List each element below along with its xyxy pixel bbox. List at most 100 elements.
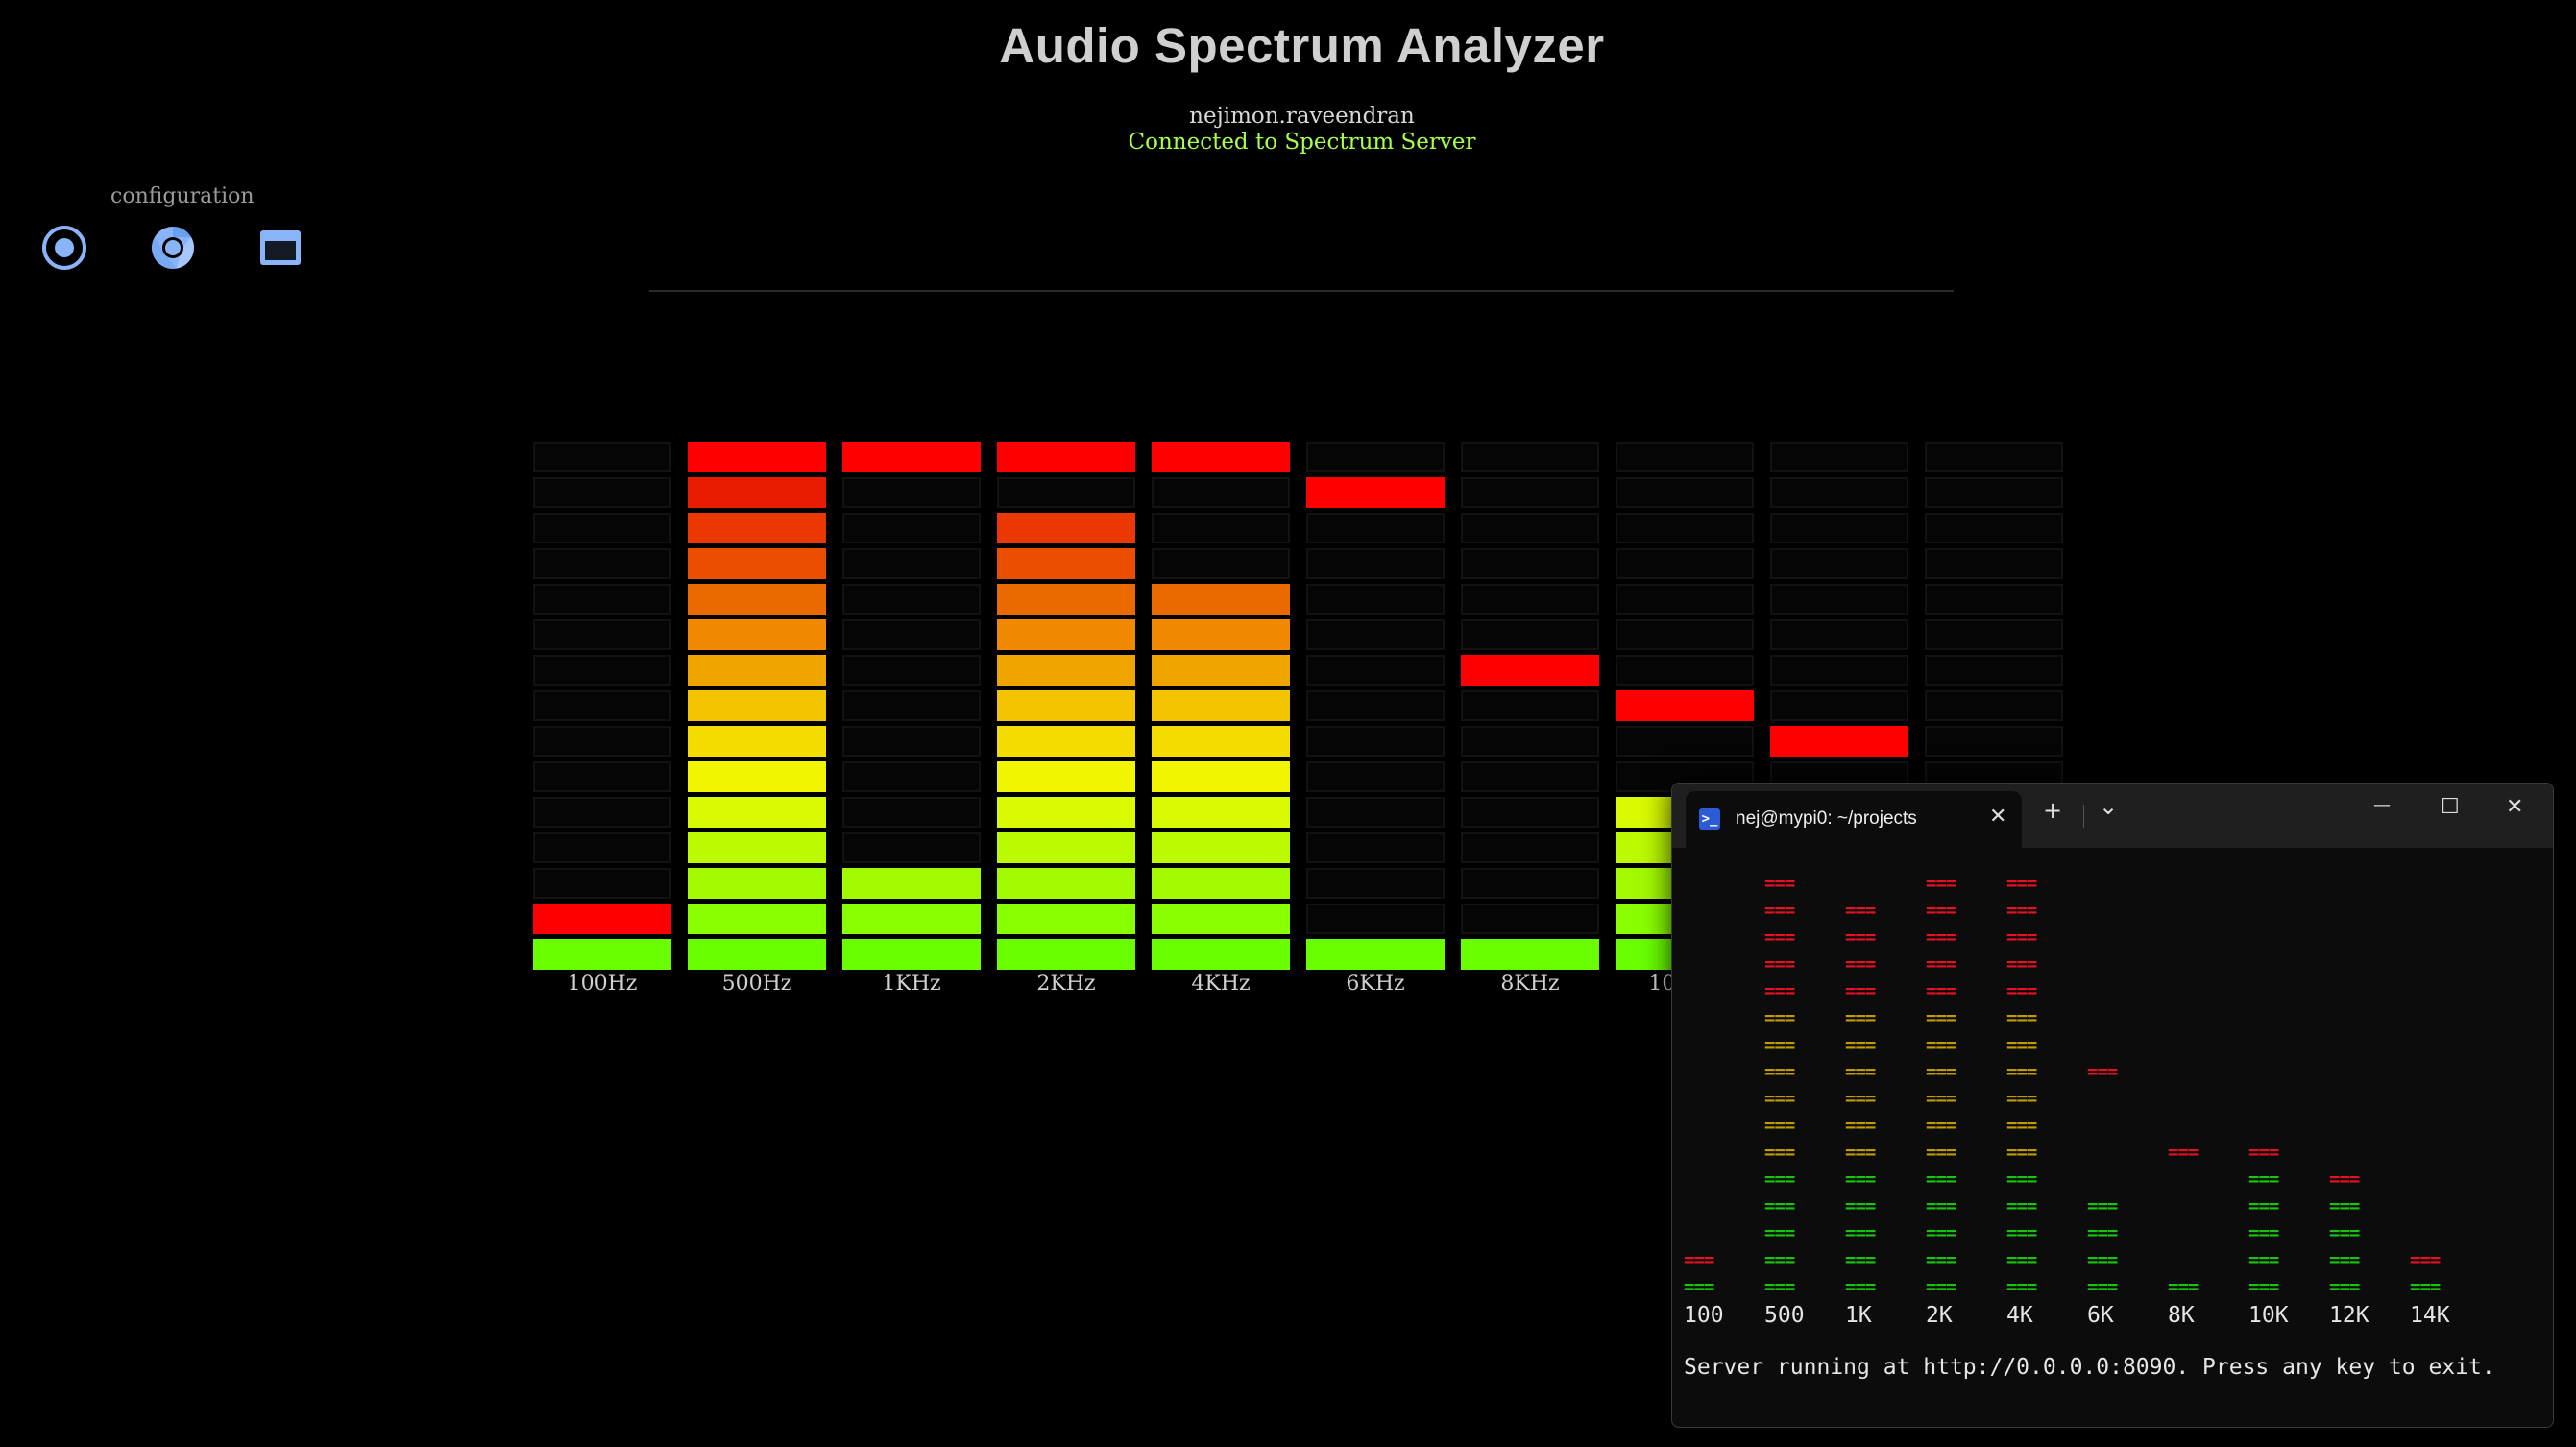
terminal-segment: === xyxy=(1764,1061,1795,1082)
terminal-segment: === xyxy=(1845,1088,1876,1109)
analyzer-segment xyxy=(1461,726,1599,757)
analyzer-segment xyxy=(688,584,826,615)
terminal-row: === === === === === xyxy=(1684,1058,2548,1085)
analyzer-segment xyxy=(1616,619,1754,650)
analyzer-segment xyxy=(1461,832,1599,863)
analyzer-segment xyxy=(688,477,826,508)
analyzer-segment xyxy=(1616,584,1754,615)
terminal-tab-bar: >_ nej@mypi0: ~/projects ✕ + ⌄ — ☐ ✕ xyxy=(1672,784,2553,848)
terminal-segment: === xyxy=(1845,927,1876,948)
terminal-segment: === xyxy=(2006,1276,2037,1297)
terminal-window[interactable]: >_ nej@mypi0: ~/projects ✕ + ⌄ — ☐ ✕ ===… xyxy=(1671,783,2554,1428)
analyzer-segment xyxy=(842,690,981,721)
analyzer-segment xyxy=(533,726,671,757)
terminal-segment: === xyxy=(1764,1276,1795,1297)
analyzer-segment xyxy=(997,477,1135,508)
tab-close-icon[interactable]: ✕ xyxy=(1989,805,2006,829)
analyzer-segment xyxy=(1306,548,1445,579)
terminal-output[interactable]: === === === === === === === === === === === === === =… xyxy=(1684,870,2548,1381)
analyzer-segment xyxy=(1152,477,1290,508)
terminal-tab-title: nej@mypi0: ~/projects xyxy=(1736,808,1917,829)
terminal-segment: === xyxy=(2410,1249,2441,1270)
terminal-segment: === xyxy=(1926,980,1956,1001)
analyzer-segment xyxy=(1152,832,1290,863)
analyzer-segment xyxy=(1925,690,2063,721)
analyzer-segment xyxy=(533,690,671,721)
terminal-segment: === xyxy=(1764,1249,1795,1270)
chrome-icon[interactable] xyxy=(148,223,198,273)
analyzer-segment xyxy=(1616,442,1754,472)
band-label: 1KHz xyxy=(882,972,941,996)
terminal-segment: === xyxy=(1926,1249,1956,1270)
terminal-segment: === xyxy=(1845,1007,1876,1028)
analyzer-segment xyxy=(997,797,1135,828)
record-icon[interactable] xyxy=(39,223,89,273)
close-window-button[interactable]: ✕ xyxy=(2506,795,2523,819)
terminal-segment: === xyxy=(2006,1195,2037,1217)
analyzer-segment xyxy=(842,584,981,615)
terminal-frequency-label: 100 xyxy=(1684,1303,1724,1328)
analyzer-segment xyxy=(688,548,826,579)
window-icon[interactable] xyxy=(255,223,305,273)
analyzer-segment xyxy=(1616,690,1754,721)
analyzer-segment xyxy=(1925,619,2063,650)
terminal-segment: === xyxy=(2248,1249,2279,1270)
analyzer-segment xyxy=(688,726,826,757)
minimize-button[interactable]: — xyxy=(2373,795,2391,815)
terminal-segment: === xyxy=(1926,1142,1956,1163)
terminal-segment: === xyxy=(1845,1142,1876,1163)
terminal-segment: === xyxy=(1926,1034,1956,1055)
terminal-row: === === === === === === === xyxy=(1684,1219,2548,1246)
terminal-segment: === xyxy=(2329,1222,2360,1243)
analyzer-segment xyxy=(688,904,826,934)
analyzer-segment xyxy=(1770,513,1908,543)
powershell-icon: >_ xyxy=(1699,808,1720,830)
terminal-segment: === xyxy=(2248,1222,2279,1243)
analyzer-segment xyxy=(1152,619,1290,650)
terminal-segment: === xyxy=(1764,1115,1795,1136)
analyzer-segment xyxy=(1616,655,1754,686)
terminal-segment: === xyxy=(1845,1115,1876,1136)
analyzer-segment xyxy=(1152,797,1290,828)
terminal-segment: === xyxy=(1926,1088,1956,1109)
analyzer-segment xyxy=(842,513,981,543)
terminal-row: === === === xyxy=(1684,870,2548,897)
analyzer-segment xyxy=(1461,655,1599,686)
analyzer-segment xyxy=(533,832,671,863)
terminal-frequency-label: 500 xyxy=(1764,1303,1805,1328)
new-tab-button[interactable]: + xyxy=(2043,797,2062,824)
maximize-button[interactable]: ☐ xyxy=(2441,795,2460,819)
terminal-segment: === xyxy=(2410,1276,2441,1297)
analyzer-segment xyxy=(1306,904,1445,934)
terminal-segment: === xyxy=(1845,900,1876,921)
analyzer-segment xyxy=(533,761,671,792)
analyzer-segment xyxy=(842,726,981,757)
terminal-segment: === xyxy=(1845,1034,1876,1055)
terminal-row: === === === === === === === === === === xyxy=(1684,1273,2548,1300)
analyzer-segment xyxy=(1925,655,2063,686)
analyzer-segment xyxy=(1925,477,2063,508)
analyzer-segment xyxy=(688,832,826,863)
header-divider xyxy=(649,290,1954,292)
analyzer-segment xyxy=(1770,584,1908,615)
analyzer-segment xyxy=(1306,477,1445,508)
terminal-segment: === xyxy=(1764,900,1795,921)
terminal-segment: === xyxy=(2329,1169,2360,1190)
analyzer-segment xyxy=(1616,726,1754,757)
analyzer-segment xyxy=(1616,548,1754,579)
dropdown-icon[interactable]: ⌄ xyxy=(2099,793,2118,820)
analyzer-segment xyxy=(842,442,981,472)
analyzer-segment xyxy=(1306,513,1445,543)
terminal-segment: === xyxy=(2087,1276,2118,1297)
terminal-row: === === === === xyxy=(1684,1031,2548,1058)
terminal-segment: === xyxy=(2006,953,2037,975)
terminal-segment: === xyxy=(1926,1195,1956,1217)
terminal-segment: === xyxy=(2087,1061,2118,1082)
analyzer-segment xyxy=(842,548,981,579)
terminal-frequency-label: 2K xyxy=(1926,1303,1953,1328)
analyzer-segment xyxy=(1306,761,1445,792)
terminal-segment: === xyxy=(2006,1169,2037,1190)
analyzer-segment xyxy=(533,797,671,828)
terminal-segment: === xyxy=(2248,1195,2279,1217)
terminal-tab[interactable]: >_ nej@mypi0: ~/projects ✕ xyxy=(1686,791,2022,848)
